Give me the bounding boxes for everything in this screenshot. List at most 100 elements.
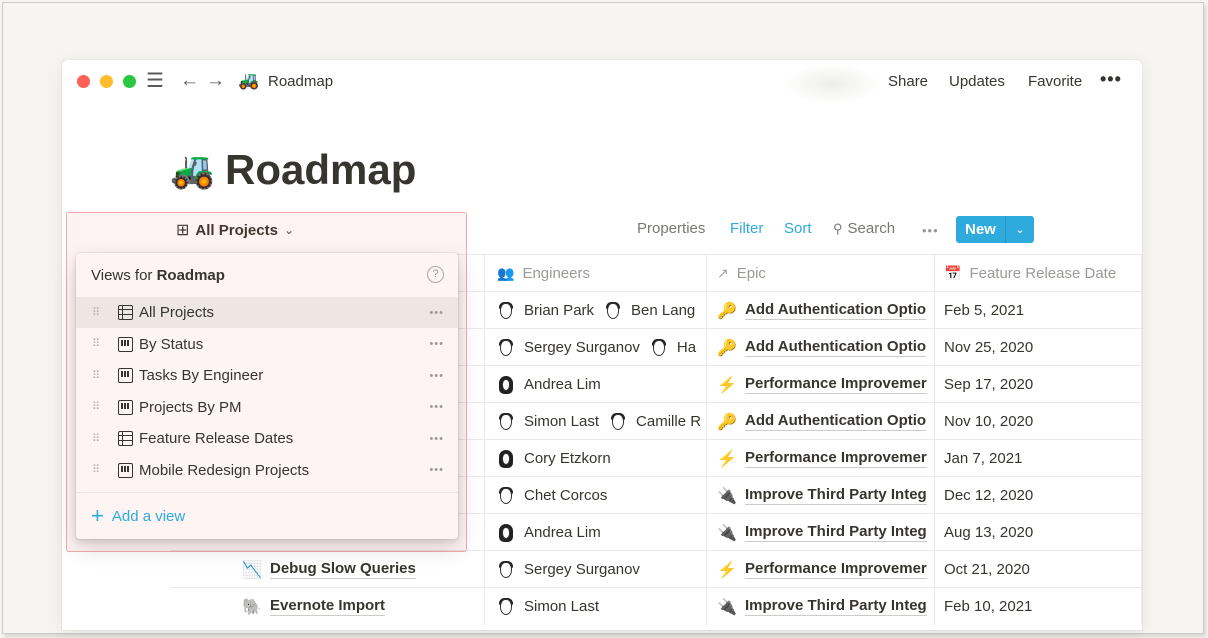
view-item-by-status[interactable]: ⠿ By Status •••	[76, 329, 458, 360]
epic-link[interactable]: Add Authentication Optio	[745, 301, 927, 320]
view-item-all-projects[interactable]: ⠿ All Projects •••	[76, 297, 458, 328]
epic-link[interactable]: Performance Improvemer	[745, 449, 927, 468]
key-icon: 🔑	[717, 413, 737, 431]
engineers-cell[interactable]: Sergey Surganov Ha	[484, 329, 706, 366]
view-item-mobile-redesign-projects[interactable]: ⠿ Mobile Redesign Projects •••	[76, 455, 458, 486]
epic-cell[interactable]: ⚡ Performance Improvemer	[706, 440, 934, 477]
engineers-cell[interactable]: Cory Etzkorn	[484, 440, 706, 477]
back-arrow-icon[interactable]: ←	[180, 70, 199, 92]
search-label: Search	[847, 220, 896, 237]
view-item-more-icon[interactable]: •••	[429, 464, 444, 476]
drag-handle-icon[interactable]: ⠿	[92, 339, 100, 350]
name-cell[interactable]: 📉 Debug Slow Queries	[170, 551, 484, 588]
release-date-cell[interactable]: Feb 5, 2021	[934, 292, 1142, 329]
lightning-icon: ⚡	[717, 450, 737, 468]
epic-link[interactable]: Improve Third Party Integ	[745, 486, 927, 505]
release-date-cell[interactable]: Feb 10, 2021	[934, 588, 1142, 625]
engineers-cell[interactable]: Chet Corcos	[484, 477, 706, 514]
epic-cell[interactable]: ⚡ Performance Improvemer	[706, 551, 934, 588]
avatar-icon	[497, 412, 515, 432]
column-header-engineers[interactable]: 👥 Engineers	[484, 255, 706, 292]
view-item-feature-release-dates[interactable]: ⠿ Feature Release Dates •••	[76, 423, 458, 454]
help-icon[interactable]: ?	[427, 266, 444, 283]
engineers-cell[interactable]: Simon Last Camille R	[484, 403, 706, 440]
engineer-name: Chet Corcos	[524, 487, 608, 504]
avatar-icon	[497, 560, 515, 580]
close-window-button[interactable]	[77, 75, 90, 88]
new-button[interactable]: New ⌄	[956, 216, 1034, 243]
epic-link[interactable]: Add Authentication Optio	[745, 412, 927, 431]
epic-cell[interactable]: 🔌 Improve Third Party Integ	[706, 477, 934, 514]
engineers-cell[interactable]: Sergey Surganov	[484, 551, 706, 588]
page-title[interactable]: Roadmap	[225, 144, 416, 196]
epic-cell[interactable]: 🔑 Add Authentication Optio	[706, 329, 934, 366]
drag-handle-icon[interactable]: ⠿	[92, 465, 100, 476]
view-more-icon[interactable]: •••	[922, 223, 939, 238]
epic-link[interactable]: Add Authentication Optio	[745, 338, 927, 357]
drag-handle-icon[interactable]: ⠿	[92, 433, 100, 444]
engineers-cell[interactable]: Andrea Lim	[484, 366, 706, 403]
view-item-tasks-by-engineer[interactable]: ⠿ Tasks By Engineer •••	[76, 360, 458, 391]
epic-cell[interactable]: 🔑 Add Authentication Optio	[706, 292, 934, 329]
favorite-button[interactable]: Favorite	[1028, 73, 1082, 90]
engineers-cell[interactable]: Andrea Lim	[484, 514, 706, 551]
column-header-feature-release-date[interactable]: 📅 Feature Release Date	[934, 255, 1142, 292]
engineers-cell[interactable]: Brian Park Ben Lang	[484, 292, 706, 329]
table-row[interactable]: 📉 Debug Slow Queries Sergey Surganov ⚡ Perfo…	[170, 550, 1142, 588]
release-date-cell[interactable]: Jan 7, 2021	[934, 440, 1142, 477]
view-item-more-icon[interactable]: •••	[429, 433, 444, 445]
release-date-cell[interactable]: Oct 21, 2020	[934, 551, 1142, 588]
epic-cell[interactable]: 🔌 Improve Third Party Integ	[706, 588, 934, 625]
release-date-cell[interactable]: Aug 13, 2020	[934, 514, 1142, 551]
breadcrumb-title[interactable]: Roadmap	[268, 73, 333, 90]
column-header-epic[interactable]: ↗ Epic	[706, 255, 934, 292]
minimize-window-button[interactable]	[100, 75, 113, 88]
forward-arrow-icon[interactable]: →	[206, 70, 225, 92]
more-options-icon[interactable]: •••	[1100, 69, 1122, 90]
share-button[interactable]: Share	[888, 73, 928, 90]
updates-button[interactable]: Updates	[949, 73, 1005, 90]
avatar-icon	[497, 486, 515, 506]
drag-handle-icon[interactable]: ⠿	[92, 370, 100, 381]
drag-handle-icon[interactable]: ⠿	[92, 307, 100, 318]
view-item-projects-by-pm[interactable]: ⠿ Projects By PM •••	[76, 392, 458, 423]
view-item-more-icon[interactable]: •••	[429, 370, 444, 382]
maximize-window-button[interactable]	[123, 75, 136, 88]
engineer-name: Sergey Surganov	[524, 339, 640, 356]
avatar-icon	[609, 412, 627, 432]
sidebar-menu-icon[interactable]: ☰	[146, 70, 164, 92]
view-item-more-icon[interactable]: •••	[429, 338, 444, 350]
view-item-label: All Projects	[139, 304, 215, 321]
drag-handle-icon[interactable]: ⠿	[92, 402, 100, 413]
view-item-label: By Status	[139, 335, 204, 353]
board-view-icon	[118, 336, 133, 352]
filter-button[interactable]: Filter	[730, 220, 763, 237]
properties-button[interactable]: Properties	[637, 220, 705, 237]
release-date-cell[interactable]: Nov 25, 2020	[934, 329, 1142, 366]
view-item-label: Feature Release Dates	[139, 430, 294, 447]
engineer-tag: Sergey Surganov	[497, 560, 640, 580]
new-dropdown-chevron-icon[interactable]: ⌄	[1006, 223, 1034, 236]
sort-button[interactable]: Sort	[784, 220, 812, 237]
release-date-cell[interactable]: Dec 12, 2020	[934, 477, 1142, 514]
search-button[interactable]: ⚲ Search	[833, 220, 895, 237]
engineers-cell[interactable]: Simon Last	[484, 588, 706, 625]
epic-cell[interactable]: 🔌 Improve Third Party Integ	[706, 514, 934, 551]
epic-cell[interactable]: ⚡ Performance Improvemer	[706, 366, 934, 403]
view-item-more-icon[interactable]: •••	[429, 307, 444, 319]
project-name[interactable]: Evernote Import	[270, 597, 386, 616]
add-view-button[interactable]: + Add a view	[91, 505, 185, 527]
name-cell[interactable]: 🐘 Evernote Import	[170, 588, 484, 625]
release-date-cell[interactable]: Nov 10, 2020	[934, 403, 1142, 440]
view-item-more-icon[interactable]: •••	[429, 401, 444, 413]
epic-link[interactable]: Improve Third Party Integ	[745, 597, 927, 616]
new-button-label[interactable]: New	[956, 221, 1005, 238]
epic-link[interactable]: Performance Improvemer	[745, 560, 927, 579]
release-date-cell[interactable]: Sep 17, 2020	[934, 366, 1142, 403]
project-name[interactable]: Debug Slow Queries	[270, 560, 416, 579]
epic-link[interactable]: Performance Improvemer	[745, 375, 927, 394]
page-tractor-icon[interactable]: 🚜	[170, 148, 215, 192]
table-row[interactable]: 🐘 Evernote Import Simon Last 🔌 Improve Third…	[170, 587, 1142, 625]
epic-link[interactable]: Improve Third Party Integ	[745, 523, 927, 542]
epic-cell[interactable]: 🔑 Add Authentication Optio	[706, 403, 934, 440]
